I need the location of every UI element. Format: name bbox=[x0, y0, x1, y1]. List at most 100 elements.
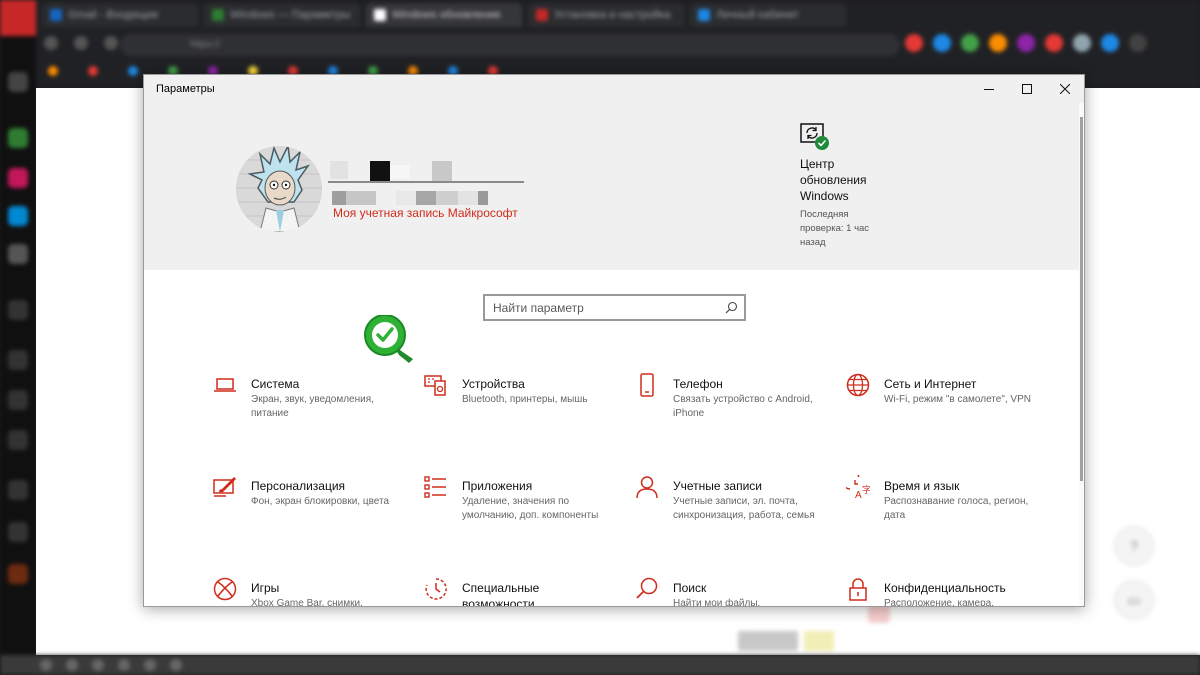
bookmark-item[interactable] bbox=[88, 66, 98, 76]
instagram-icon[interactable] bbox=[8, 168, 28, 188]
category-devices[interactable]: Устройства Bluetooth, принтеры, мышь bbox=[424, 373, 624, 433]
accessibility-icon bbox=[425, 578, 447, 600]
category-description: Связать устройство с Android, iPhone bbox=[673, 394, 813, 419]
browser-tab[interactable]: Windows — Параметры bbox=[204, 3, 360, 27]
app-logo bbox=[0, 0, 36, 36]
dock-app-icon[interactable] bbox=[8, 564, 28, 584]
settings-window: Параметры Моя учетная запись Майкрософт … bbox=[143, 74, 1085, 607]
category-network[interactable]: Сеть и Интернет Wi-Fi, режим "в самолете… bbox=[846, 373, 1046, 433]
back-icon[interactable] bbox=[44, 36, 58, 50]
bookmark-item[interactable] bbox=[48, 66, 58, 76]
taskbar bbox=[0, 655, 1200, 675]
check-badge-icon bbox=[364, 315, 413, 363]
taskbar-icon[interactable] bbox=[40, 659, 52, 671]
taskbar-icon[interactable] bbox=[118, 659, 130, 671]
extension-icon[interactable] bbox=[1101, 34, 1119, 52]
category-accessibility[interactable]: Специальные возможности bbox=[424, 577, 624, 606]
taskbar-icon[interactable] bbox=[170, 659, 182, 671]
category-title: Поиск bbox=[673, 581, 707, 595]
category-system[interactable]: Система Экран, звук, уведомления, питани… bbox=[213, 373, 413, 433]
search-icon bbox=[636, 577, 658, 599]
dock-app-icon[interactable] bbox=[8, 480, 28, 500]
dock-app-icon[interactable] bbox=[8, 522, 28, 542]
category-description: Xbox Game Bar, снимки, bbox=[251, 598, 363, 607]
extension-icon[interactable] bbox=[905, 34, 923, 52]
extension-icon[interactable] bbox=[1045, 34, 1063, 52]
taskbar-icon[interactable] bbox=[144, 659, 156, 671]
extension-icon[interactable] bbox=[961, 34, 979, 52]
reload-icon[interactable] bbox=[104, 36, 118, 50]
dock-app-icon[interactable] bbox=[8, 72, 28, 92]
minimize-icon bbox=[984, 89, 994, 90]
lock-icon bbox=[849, 578, 867, 601]
account-header: Моя учетная запись Майкрософт Центр обно… bbox=[144, 103, 1084, 270]
svg-text:A: A bbox=[855, 490, 862, 499]
profile-icon[interactable] bbox=[1129, 34, 1147, 52]
category-description: Экран, звук, уведомления, питание bbox=[251, 394, 374, 419]
category-phone[interactable]: Телефон Связать устройство с Android, iP… bbox=[635, 373, 835, 433]
category-search[interactable]: Поиск Найти мои файлы, bbox=[635, 577, 835, 606]
category-title: Персонализация bbox=[251, 479, 346, 493]
category-personalization[interactable]: Персонализация Фон, экран блокировки, цв… bbox=[213, 475, 413, 535]
scrollbar[interactable] bbox=[1079, 103, 1084, 606]
taskbar-icon[interactable] bbox=[92, 659, 104, 671]
category-title: Телефон bbox=[673, 377, 723, 391]
browser-tab[interactable]: Windows обновление bbox=[366, 3, 522, 27]
help-icon[interactable]: ? bbox=[1114, 526, 1154, 566]
dock-app-icon[interactable] bbox=[8, 244, 28, 264]
browser-tab[interactable]: Gmail - Входящие bbox=[42, 3, 198, 27]
chat-icon[interactable]: ▭ bbox=[1114, 580, 1154, 620]
scrollbar-thumb[interactable] bbox=[1080, 117, 1083, 481]
category-apps[interactable]: Приложения Удаление, значения по умолчан… bbox=[424, 475, 624, 535]
category-title: Игры bbox=[251, 581, 280, 595]
maximize-icon bbox=[1022, 84, 1032, 94]
person-icon bbox=[636, 476, 658, 499]
windows-update-status[interactable]: Центр обновления Windows Последняя прове… bbox=[800, 123, 920, 250]
category-title: Сеть и Интернет bbox=[884, 377, 977, 391]
search-placeholder: Найти параметр bbox=[493, 301, 584, 315]
time-language-icon: A字 bbox=[846, 475, 870, 499]
dock-app-icon[interactable] bbox=[8, 300, 28, 320]
forward-icon[interactable] bbox=[74, 36, 88, 50]
category-accounts[interactable]: Учетные записи Учетные записи, эл. почта… bbox=[635, 475, 835, 535]
category-description: Учетные записи, эл. почта, синхронизация… bbox=[673, 496, 815, 521]
close-icon bbox=[1060, 84, 1070, 94]
apps-list-icon bbox=[424, 476, 446, 498]
whatsapp-icon[interactable] bbox=[8, 128, 28, 148]
category-gaming[interactable]: Игры Xbox Game Bar, снимки, bbox=[213, 577, 413, 607]
svg-text:字: 字 bbox=[862, 484, 870, 495]
telegram-icon[interactable] bbox=[8, 206, 28, 226]
browser-tab-strip: Gmail - Входящие Windows — Параметры Win… bbox=[36, 0, 1200, 30]
category-privacy[interactable]: Конфиденциальность Расположение, камера, bbox=[846, 577, 1046, 606]
dock-app-icon[interactable] bbox=[8, 430, 28, 450]
extension-icon[interactable] bbox=[933, 34, 951, 52]
update-title: Центр обновления Windows bbox=[800, 157, 867, 203]
browser-tab[interactable]: Установка и настройка bbox=[528, 3, 684, 27]
maximize-button[interactable] bbox=[1008, 75, 1046, 103]
address-bar[interactable]: https:// bbox=[120, 34, 900, 56]
extension-icon[interactable] bbox=[1073, 34, 1091, 52]
dock-app-icon[interactable] bbox=[8, 390, 28, 410]
browser-nav-buttons bbox=[44, 36, 118, 50]
browser-tab[interactable]: Личный кабинет bbox=[690, 3, 846, 27]
window-title: Параметры bbox=[156, 83, 215, 95]
taskbar-icon[interactable] bbox=[66, 659, 78, 671]
minimize-button[interactable] bbox=[970, 75, 1008, 103]
title-bar[interactable]: Параметры bbox=[144, 75, 1084, 103]
avatar[interactable] bbox=[236, 146, 322, 232]
category-time-language[interactable]: A字 Время и язык Распознавание голоса, ре… bbox=[846, 475, 1046, 535]
dock-app-icon[interactable] bbox=[8, 350, 28, 370]
background-chip bbox=[868, 605, 890, 623]
search-input[interactable]: Найти параметр bbox=[483, 294, 746, 321]
extension-icon[interactable] bbox=[1017, 34, 1035, 52]
extension-icon[interactable] bbox=[989, 34, 1007, 52]
category-description: Bluetooth, принтеры, мышь bbox=[462, 394, 588, 405]
microsoft-account-link[interactable]: Моя учетная запись Майкрософт bbox=[333, 206, 518, 220]
category-description: Wi-Fi, режим "в самолете", VPN bbox=[884, 394, 1031, 405]
bookmark-item[interactable] bbox=[128, 66, 138, 76]
search-icon[interactable] bbox=[725, 301, 738, 314]
xbox-icon bbox=[213, 577, 237, 601]
laptop-icon bbox=[214, 378, 236, 392]
close-button[interactable] bbox=[1046, 75, 1084, 103]
globe-icon bbox=[846, 373, 870, 397]
